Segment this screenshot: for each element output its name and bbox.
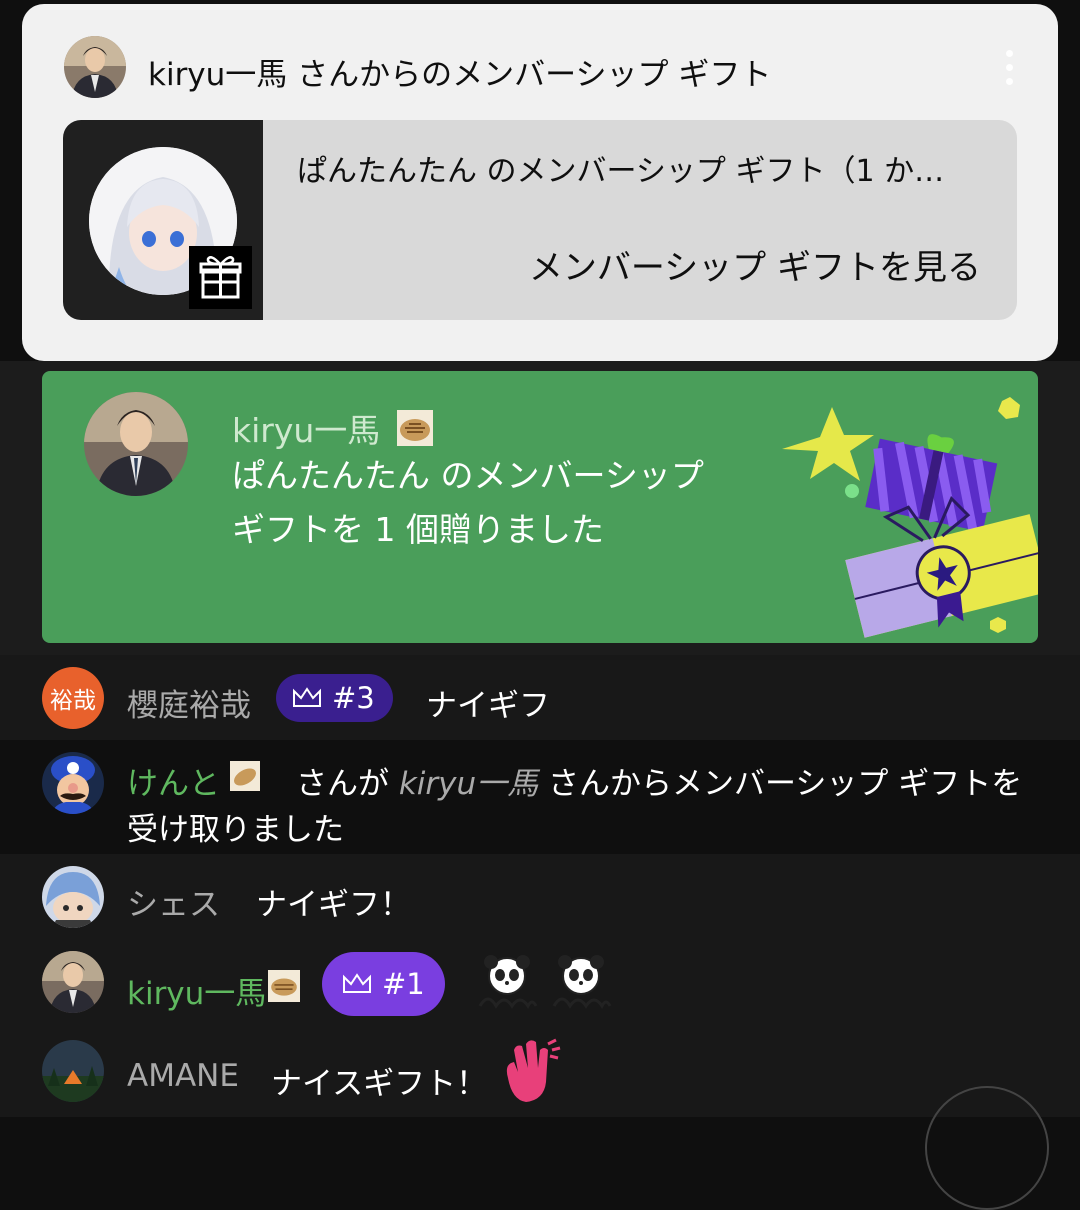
member-badge-icon bbox=[268, 970, 300, 1002]
gift-announcement-banner: kiryu一馬 ぱんたんたん のメンバーシップ ギフトを 1 個贈りました bbox=[42, 371, 1038, 643]
author-name[interactable]: AMANE bbox=[127, 1058, 239, 1094]
panda-emoji-icon bbox=[552, 955, 612, 1009]
gift-description: ぱんたんたん のメンバーシップ ギフト（1 か… bbox=[297, 154, 945, 189]
crown-icon bbox=[343, 973, 371, 993]
member-badge-icon bbox=[396, 410, 433, 446]
rank-badge: #1 bbox=[322, 952, 445, 1016]
user-avatar: 裕哉 bbox=[42, 667, 104, 729]
author-name[interactable]: kiryu一馬 bbox=[127, 968, 266, 1013]
crown-icon bbox=[293, 687, 321, 707]
rank-label: #1 bbox=[382, 967, 425, 1001]
view-gift-link[interactable]: メンバーシップ ギフトを見る bbox=[529, 240, 981, 289]
rank-badge: #3 bbox=[276, 674, 393, 722]
author-name[interactable]: シェス bbox=[127, 879, 220, 924]
user-avatar bbox=[42, 1040, 104, 1102]
message-text: さんが kiryu一馬 さんからメンバーシップ ギフトを bbox=[296, 758, 1022, 803]
popup-header: kiryu一馬 さんからのメンバーシップ ギフト bbox=[64, 36, 1018, 98]
avatar-initials: 裕哉 bbox=[50, 688, 96, 714]
gifter-name: kiryu一馬 bbox=[398, 766, 539, 802]
banner-author-name: kiryu一馬 bbox=[232, 411, 381, 450]
member-badge-icon bbox=[230, 761, 260, 791]
popup-title: kiryu一馬 さんからのメンバーシップ ギフト bbox=[148, 57, 772, 93]
chat-message[interactable]: kiryu一馬 #1 bbox=[0, 942, 1080, 1030]
chat-message[interactable]: AMANE ナイスギフト！ bbox=[0, 1030, 1080, 1210]
message-text: ナイスギフト！ bbox=[271, 1066, 488, 1102]
author-name[interactable]: けんと bbox=[127, 758, 220, 803]
message-text: ナイギフ bbox=[426, 688, 550, 724]
gift-thumbnail bbox=[63, 120, 263, 320]
message-text: ナイギフ！ bbox=[256, 887, 411, 923]
more-options-icon[interactable] bbox=[1004, 50, 1014, 90]
author-name-text[interactable]: けんと bbox=[127, 766, 220, 802]
message-suffix: さんからメンバーシップ ギフトを bbox=[548, 766, 1023, 802]
gifter-avatar bbox=[84, 392, 188, 496]
gifter-avatar bbox=[64, 36, 126, 98]
panda-emoji-icon bbox=[478, 955, 538, 1009]
banner-author: kiryu一馬 bbox=[232, 404, 433, 452]
gift-popup: kiryu一馬 さんからのメンバーシップ ギフト ぱんたんたん のメンバーシップ… bbox=[22, 4, 1058, 361]
gift-illustration bbox=[782, 397, 1038, 638]
message-text-line2: 受け取りました bbox=[127, 812, 344, 848]
waving-hand-icon bbox=[506, 1038, 561, 1102]
chat-message[interactable]: シェス ナイギフ！ bbox=[0, 854, 1080, 942]
chat-message[interactable]: 裕哉 櫻庭裕哉 #3 ナイギフ bbox=[0, 655, 1080, 740]
scroll-fab[interactable] bbox=[925, 1086, 1049, 1210]
gift-received-message: けんと さんが kiryu一馬 さんからメンバーシップ ギフトを 受け取りました bbox=[0, 740, 1080, 854]
user-avatar bbox=[42, 951, 104, 1013]
rank-label: #3 bbox=[332, 681, 375, 715]
banner-message: ぱんたんたん のメンバーシップ ギフトを 1 個贈りました bbox=[232, 456, 704, 549]
author-name[interactable]: 櫻庭裕哉 bbox=[127, 680, 251, 725]
user-avatar bbox=[42, 866, 104, 928]
gift-card[interactable]: ぱんたんたん のメンバーシップ ギフト（1 か… メンバーシップ ギフトを見る bbox=[63, 120, 1017, 320]
gift-icon bbox=[189, 246, 252, 309]
message-prefix: さんが bbox=[296, 766, 389, 802]
user-avatar bbox=[42, 752, 104, 814]
